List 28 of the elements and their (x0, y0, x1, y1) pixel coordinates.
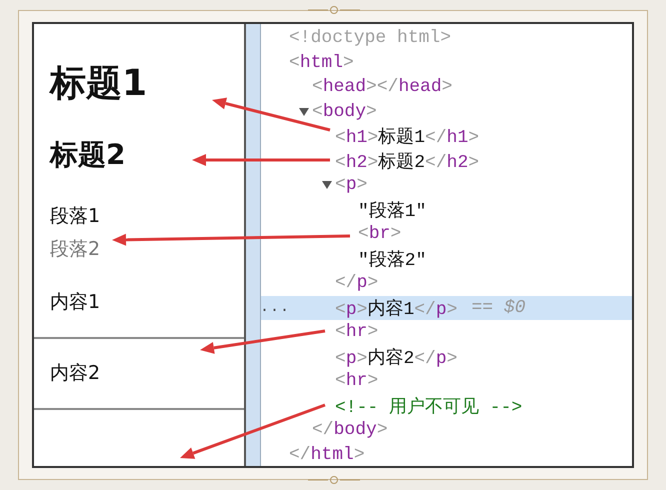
text-node-label: "段落2" (358, 249, 426, 271)
closing-tag-text: </body> (312, 420, 388, 440)
element-tag-text: <h1>标题1</h1> (335, 126, 480, 148)
paragraph-text: 段落2 (50, 239, 102, 260)
element-tag-text: <hr> (335, 371, 378, 392)
selected-reference: == $0 (471, 298, 526, 318)
element-tag-text: <br> (358, 224, 402, 244)
element-tag-text: <p>内容1</p> (335, 298, 458, 320)
element-tag-text: <p>内容2</p> (335, 346, 458, 369)
text-node-label: "段落1" (358, 200, 426, 222)
element-tag-text: <p> (335, 175, 368, 196)
element-tag-text: <html> (289, 52, 354, 73)
comment-text: <!-- 用户不可见 --> (335, 396, 522, 418)
element-tag-text: <hr> (335, 322, 378, 342)
expand-triangle-icon[interactable] (299, 108, 309, 116)
element-tag-text: <h2>标题2</h2> (335, 152, 480, 173)
heading-text: 标题1 (50, 64, 148, 104)
element-tag-text: <body> (312, 102, 377, 122)
paragraph-text: 内容2 (50, 363, 102, 384)
closing-tag-text: </p> (335, 273, 378, 294)
paragraph-text: 段落1 (50, 206, 102, 228)
ellipsis-icon: ... (260, 299, 290, 316)
closing-tag-text: </html> (289, 444, 365, 465)
doctype-text: <!doctype html> (289, 28, 452, 48)
heading-text: 标题2 (50, 140, 126, 170)
paragraph-text: 内容1 (50, 292, 102, 314)
expand-triangle-icon[interactable] (322, 181, 332, 189)
element-tag-text: <head></head> (312, 77, 452, 98)
